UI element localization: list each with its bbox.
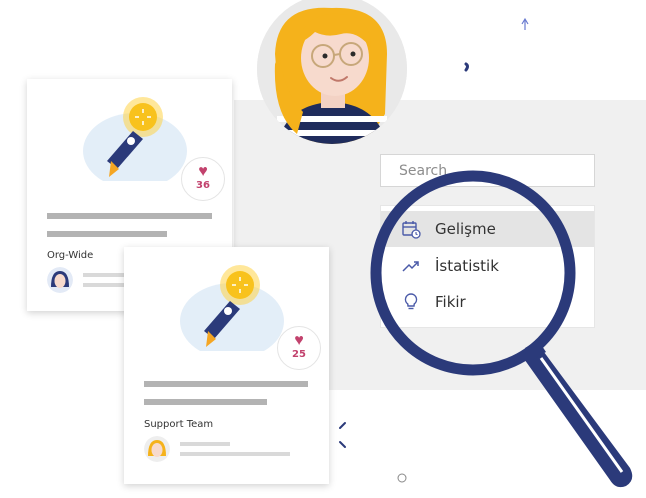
lightbulb-icon bbox=[401, 292, 421, 312]
like-badge[interactable]: ♥ 25 bbox=[277, 326, 321, 370]
text-placeholder-bar bbox=[144, 399, 267, 405]
woman-illustration bbox=[257, 0, 407, 144]
text-placeholder-bar bbox=[180, 442, 230, 446]
heart-icon: ♥ bbox=[198, 163, 208, 180]
like-count: 25 bbox=[292, 349, 306, 360]
text-placeholder-bar bbox=[144, 381, 308, 387]
team-label: Org-Wide bbox=[47, 250, 94, 261]
menu-item-gelisme[interactable]: Gelişme bbox=[381, 211, 594, 247]
search-box[interactable] bbox=[380, 154, 595, 187]
text-placeholder-bar bbox=[47, 231, 167, 237]
menu-item-label: Fikir bbox=[435, 293, 466, 311]
calendar-clock-icon bbox=[401, 219, 421, 239]
menu-item-label: Gelişme bbox=[435, 220, 496, 238]
menu-item-fikir[interactable]: Fikir bbox=[381, 284, 594, 320]
search-input[interactable] bbox=[381, 155, 594, 186]
menu-item-label: İstatistik bbox=[435, 257, 499, 275]
text-placeholder-bar bbox=[47, 213, 212, 219]
rocket-illustration bbox=[83, 97, 187, 181]
avatar bbox=[47, 267, 73, 293]
like-count: 36 bbox=[196, 180, 210, 191]
person-avatar-icon bbox=[47, 267, 73, 293]
heart-icon: ♥ bbox=[294, 332, 304, 349]
menu-item-istatistik[interactable]: İstatistik bbox=[381, 248, 594, 284]
praise-card-support-team[interactable]: ♥ 25 Support Team bbox=[124, 247, 329, 484]
person-avatar-icon bbox=[144, 436, 170, 462]
user-avatar-large bbox=[257, 0, 407, 144]
rocket-illustration bbox=[180, 265, 284, 351]
suggestion-list: Gelişme İstatistik Fikir bbox=[380, 205, 595, 328]
text-placeholder-bar bbox=[180, 452, 290, 456]
trend-up-icon bbox=[401, 256, 421, 276]
team-label: Support Team bbox=[144, 419, 214, 430]
like-badge[interactable]: ♥ 36 bbox=[181, 157, 225, 201]
avatar bbox=[144, 436, 170, 462]
